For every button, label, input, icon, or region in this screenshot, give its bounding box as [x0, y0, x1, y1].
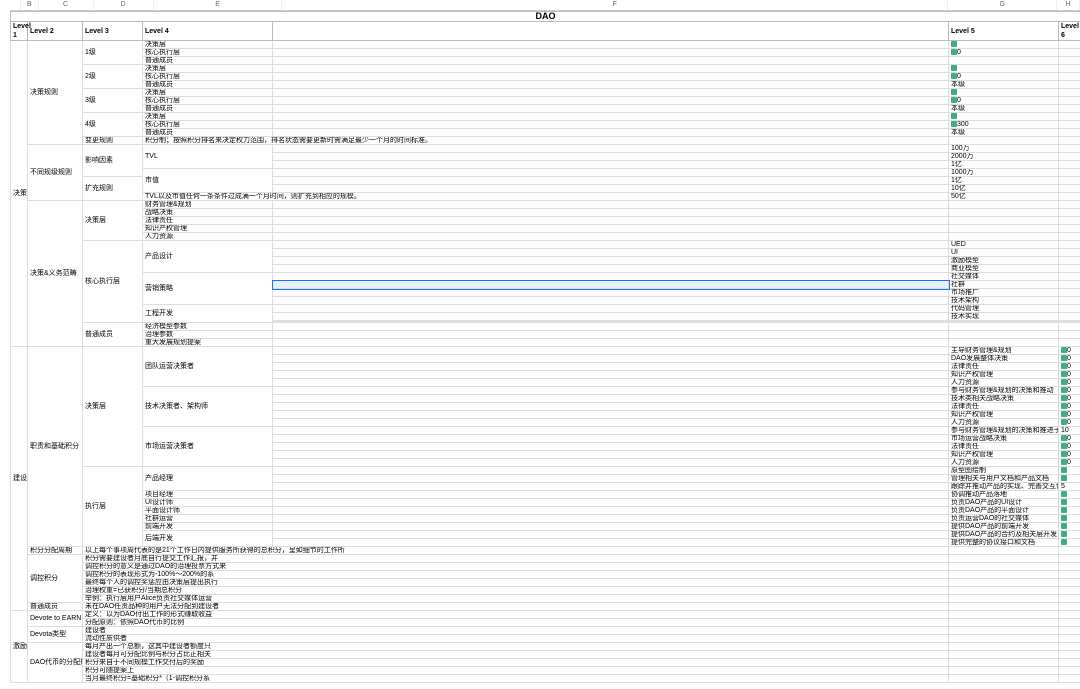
l2-butong[interactable]: 不同规级规则: [28, 145, 83, 201]
badge-icon: [1061, 499, 1067, 505]
sheet-table[interactable]: DAO Level 1 Level 2 Level 3 Level 4 Leve…: [10, 11, 1080, 683]
title-cell: DAO: [11, 12, 1080, 22]
l1-jili[interactable]: 激励: [11, 611, 28, 683]
l3-lv1[interactable]: 1级: [83, 41, 143, 65]
l3-kuoguize[interactable]: 扩充规则: [83, 177, 143, 201]
badge-icon: [951, 89, 957, 95]
col-corner[interactable]: [10, 0, 21, 10]
l3-yingxiang[interactable]: 影响因素: [83, 145, 143, 177]
l2-daobi[interactable]: DAO代币的分配规则: [28, 643, 83, 683]
l2-jifenzhou[interactable]: 积分分配周期: [28, 547, 83, 555]
l2-putong[interactable]: 普通成员: [28, 603, 83, 611]
hdr-l2[interactable]: Level 2: [28, 22, 83, 41]
column-header-row: B C D E F G H: [10, 0, 1080, 11]
badge-icon: [1061, 515, 1067, 521]
l1-juece[interactable]: 决策: [11, 41, 28, 347]
badge-icon: [1061, 523, 1067, 529]
l2-devote[interactable]: Devote to EARN: [28, 611, 83, 627]
title-row: DAO: [11, 12, 1080, 22]
col-D[interactable]: D: [94, 0, 154, 10]
col-G[interactable]: G: [948, 0, 1057, 10]
l3-bianguize[interactable]: 变更规则: [83, 137, 143, 145]
col-E[interactable]: E: [154, 0, 283, 10]
spreadsheet: B C D E F G H DAO Level 1 Level 2 Level …: [0, 0, 1080, 689]
l2-jueceguize[interactable]: 决策规则: [28, 41, 83, 145]
l3-lv4[interactable]: 4级: [83, 113, 143, 137]
l1-jianshe[interactable]: 建设者: [11, 347, 28, 611]
col-H[interactable]: H: [1057, 0, 1080, 10]
badge-icon: [951, 113, 957, 119]
hdr-blank[interactable]: [273, 22, 949, 41]
header-row: Level 1 Level 2 Level 3 Level 4 Level 5 …: [11, 22, 1080, 41]
hdr-l6[interactable]: Level 6: [1059, 22, 1080, 41]
l2-devota[interactable]: Devota类型: [28, 627, 83, 643]
l3-lv3[interactable]: 3级: [83, 89, 143, 113]
hdr-l1[interactable]: Level 1: [11, 22, 28, 41]
badge-icon: [1061, 539, 1067, 545]
col-B[interactable]: B: [21, 0, 39, 10]
l2-zhize[interactable]: 职责和基础积分: [28, 347, 83, 547]
cell[interactable]: 普通成员: [143, 57, 273, 65]
cell[interactable]: 核心执行层: [143, 49, 273, 57]
cell[interactable]: 决策层: [143, 41, 273, 49]
badge-icon: [1061, 467, 1067, 473]
l2-tiaokong[interactable]: 调控积分: [28, 555, 83, 603]
l3-lv2[interactable]: 2级: [83, 65, 143, 89]
selected-cell[interactable]: [273, 281, 949, 289]
badge-icon: [1061, 491, 1067, 497]
badge-icon: [1061, 531, 1067, 537]
col-F[interactable]: F: [282, 0, 948, 10]
col-C[interactable]: C: [39, 0, 94, 10]
badge-icon: [1061, 475, 1067, 481]
badge-icon: [951, 65, 957, 71]
l2-jueceyewu[interactable]: 决策&义务范畴: [28, 201, 83, 347]
badge-icon: [951, 41, 957, 47]
badge-icon: [1061, 507, 1067, 513]
hdr-l3[interactable]: Level 3: [83, 22, 143, 41]
hdr-l5[interactable]: Level 5: [949, 22, 1059, 41]
hdr-l4[interactable]: Level 4: [143, 22, 273, 41]
